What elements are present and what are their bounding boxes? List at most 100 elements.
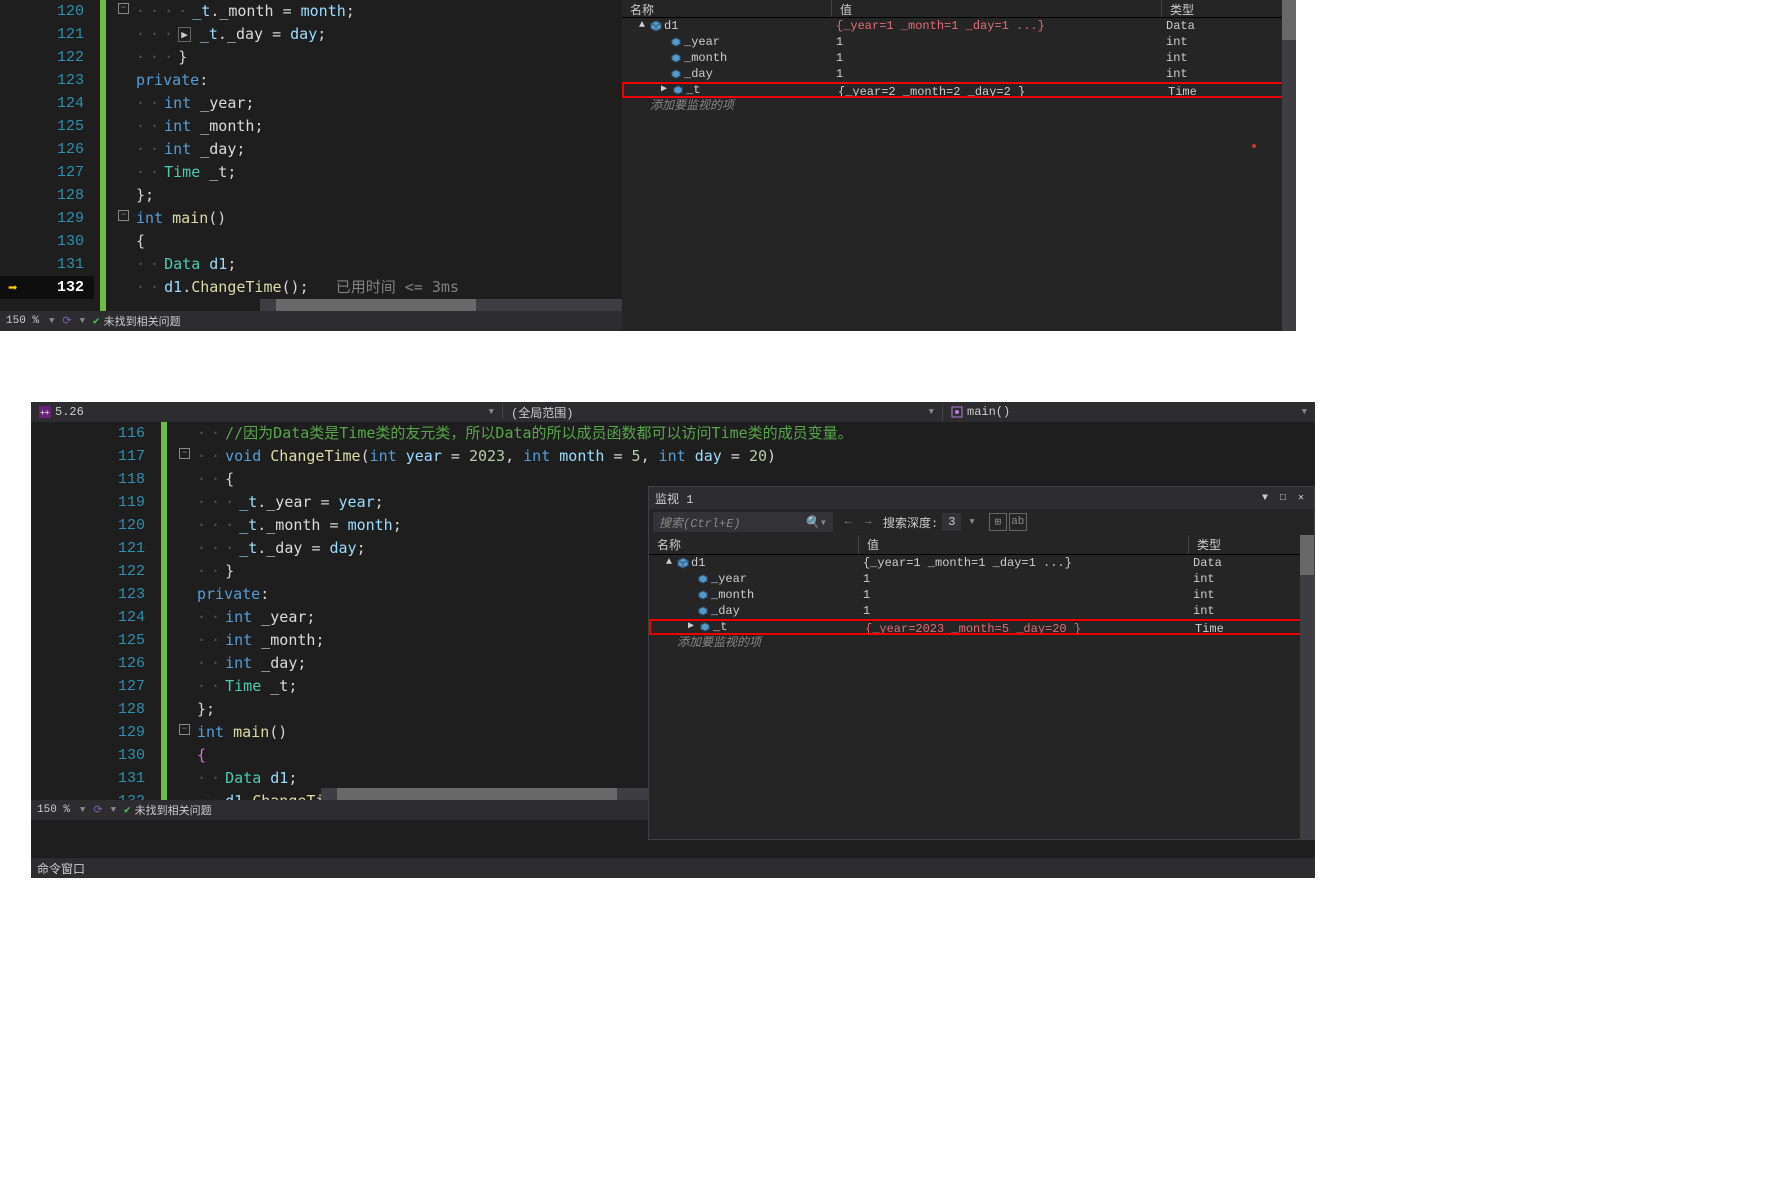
issues-text: 未找到相关问题 [135, 802, 212, 818]
fold-toggle[interactable]: − [118, 3, 129, 14]
watch-header: 名称 值 类型 [649, 535, 1314, 555]
horizontal-scrollbar[interactable] [260, 299, 622, 311]
line-number: 124 [31, 606, 155, 629]
watch-titlebar[interactable]: 监视 1 ▼ □ ✕ [649, 487, 1314, 509]
var-name: _year [684, 34, 720, 50]
line-number: 131 [0, 253, 94, 276]
nav-scope[interactable]: (全局范围) ▼ [503, 404, 943, 421]
nav-file[interactable]: ++ 5.26 ▼ [31, 405, 503, 419]
watch-header: 名称 值 类型 [622, 0, 1296, 18]
fold-toggle[interactable]: − [179, 724, 190, 735]
vertical-scrollbar[interactable] [1300, 535, 1314, 839]
watch-row[interactable]: ▶_t{_year=2023 _month=5 _day=20 }Time [649, 619, 1314, 635]
col-value[interactable]: 值 [859, 535, 1189, 554]
field-icon [670, 52, 682, 64]
line-number: 131 [31, 767, 155, 790]
prev-icon[interactable]: ← [839, 513, 857, 531]
watch-row[interactable]: _month1int [622, 50, 1296, 66]
zoom-level[interactable]: 150 % [31, 804, 76, 816]
editor-statusbar: 150 % ▼ ⟳ ▼ ✔ 未找到相关问题 [0, 311, 622, 331]
dropdown-icon[interactable]: ▼ [1302, 407, 1307, 417]
top-debugger-panel: 120 121 122 123 124 125 126 127 128 129 … [0, 0, 1296, 331]
depth-value[interactable]: 3 [942, 513, 961, 531]
vertical-scrollbar[interactable] [1282, 0, 1296, 331]
field-icon [697, 573, 709, 585]
expand-toggle[interactable]: ▲ [636, 18, 648, 34]
watch-row[interactable]: ▲d1{_year=1 _month=1 _day=1 ...}Data [622, 18, 1296, 34]
field-icon [670, 68, 682, 80]
next-icon[interactable]: → [859, 513, 877, 531]
col-value[interactable]: 值 [832, 0, 1162, 17]
tool-icon[interactable]: ab [1009, 513, 1027, 531]
dropdown-icon[interactable]: ▼ [489, 407, 494, 417]
line-gutter: 116 117 118 119 120 121 122 123 124 125 … [31, 422, 155, 820]
var-name: _month [684, 50, 727, 66]
object-icon [650, 20, 662, 32]
tool-icon[interactable]: ⊞ [989, 513, 1007, 531]
dropdown-icon[interactable]: ▼ [929, 407, 934, 417]
line-number: 126 [31, 652, 155, 675]
expand-toggle[interactable]: ▶ [658, 84, 670, 96]
watch-panel-2: 监视 1 ▼ □ ✕ 搜索(Ctrl+E)🔍▾ ← → 搜索深度: 3 ▼ ⊞ … [648, 486, 1315, 840]
line-number: 118 [31, 468, 155, 491]
code-lines[interactable]: · · · · _t._month = month; · · · ▶ _t._d… [136, 0, 622, 299]
var-name: _day [684, 66, 713, 82]
col-type[interactable]: 类型 [1189, 535, 1314, 554]
field-icon [697, 589, 709, 601]
watch-row[interactable]: _month1int [649, 587, 1314, 603]
fold-toggle[interactable]: − [118, 210, 129, 221]
watch-row[interactable]: _year1int [622, 34, 1296, 50]
watch-row[interactable]: _day1int [649, 603, 1314, 619]
var-name: _t [713, 621, 727, 633]
field-icon [670, 36, 682, 48]
var-value: 1 [832, 66, 1162, 82]
search-input[interactable]: 搜索(Ctrl+E)🔍▾ [653, 512, 833, 532]
zoom-dropdown-icon[interactable]: ▼ [45, 316, 58, 326]
expand-toggle[interactable]: ▶ [685, 621, 697, 633]
expand-toggle[interactable]: ▲ [663, 555, 675, 571]
code-editor-1[interactable]: 120 121 122 123 124 125 126 127 128 129 … [0, 0, 622, 331]
line-number: 127 [0, 161, 94, 184]
watch-rows: ▲d1{_year=1 _month=1 _day=1 ...}Data_yea… [649, 555, 1314, 635]
line-number: 120 [31, 514, 155, 537]
line-number: 128 [31, 698, 155, 721]
watch-row[interactable]: ▶_t{_year=2 _month=2 _day=2 }Time [622, 82, 1296, 98]
col-name[interactable]: 名称 [622, 0, 832, 17]
line-number: 122 [0, 46, 94, 69]
bottom-debugger-panel: ++ 5.26 ▼ (全局范围) ▼ main() ▼ 116 117 118 … [31, 402, 1315, 874]
watch-row[interactable]: ▲d1{_year=1 _month=1 _day=1 ...}Data [649, 555, 1314, 571]
watch-row[interactable]: _day1int [622, 66, 1296, 82]
fold-toggle[interactable]: − [179, 448, 190, 459]
line-number: 125 [31, 629, 155, 652]
line-number: 130 [0, 230, 94, 253]
watch-row[interactable]: _year1int [649, 571, 1314, 587]
col-type[interactable]: 类型 [1162, 0, 1296, 17]
nav-function[interactable]: main() ▼ [943, 405, 1315, 419]
line-number: 121 [31, 537, 155, 560]
close-icon[interactable]: ✕ [1294, 491, 1308, 505]
line-number: 119 [31, 491, 155, 514]
fold-column: − − [179, 422, 193, 790]
var-value: {_year=1 _month=1 _day=1 ...} [832, 18, 1162, 34]
depth-dropdown-icon[interactable]: ▼ [965, 517, 978, 527]
zoom-level[interactable]: 150 % [0, 315, 45, 327]
line-number: 125 [0, 115, 94, 138]
var-value: {_year=2023 _month=5 _day=20 } [861, 621, 1191, 633]
add-watch-item[interactable]: 添加要监视的项 [649, 635, 1314, 651]
var-type: int [1189, 571, 1314, 587]
search-depth: 搜索深度: 3 ▼ [883, 513, 979, 531]
execution-pointer-icon: ➡ [8, 278, 18, 298]
field-icon [697, 605, 709, 617]
ok-icon: ✔ [93, 314, 100, 328]
zoom-dropdown-icon[interactable]: ▼ [76, 805, 89, 815]
maximize-icon[interactable]: □ [1276, 491, 1290, 505]
window-menu-icon[interactable]: ▼ [1258, 491, 1272, 505]
navigation-bar: ++ 5.26 ▼ (全局范围) ▼ main() ▼ [31, 402, 1315, 422]
line-number: 117 [31, 445, 155, 468]
command-window-tab[interactable]: 命令窗口 [31, 858, 1315, 878]
var-type: Time [1164, 84, 1294, 96]
var-type: int [1189, 603, 1314, 619]
var-value: 1 [832, 50, 1162, 66]
add-watch-item[interactable]: 添加要监视的项 [622, 98, 1296, 114]
col-name[interactable]: 名称 [649, 535, 859, 554]
